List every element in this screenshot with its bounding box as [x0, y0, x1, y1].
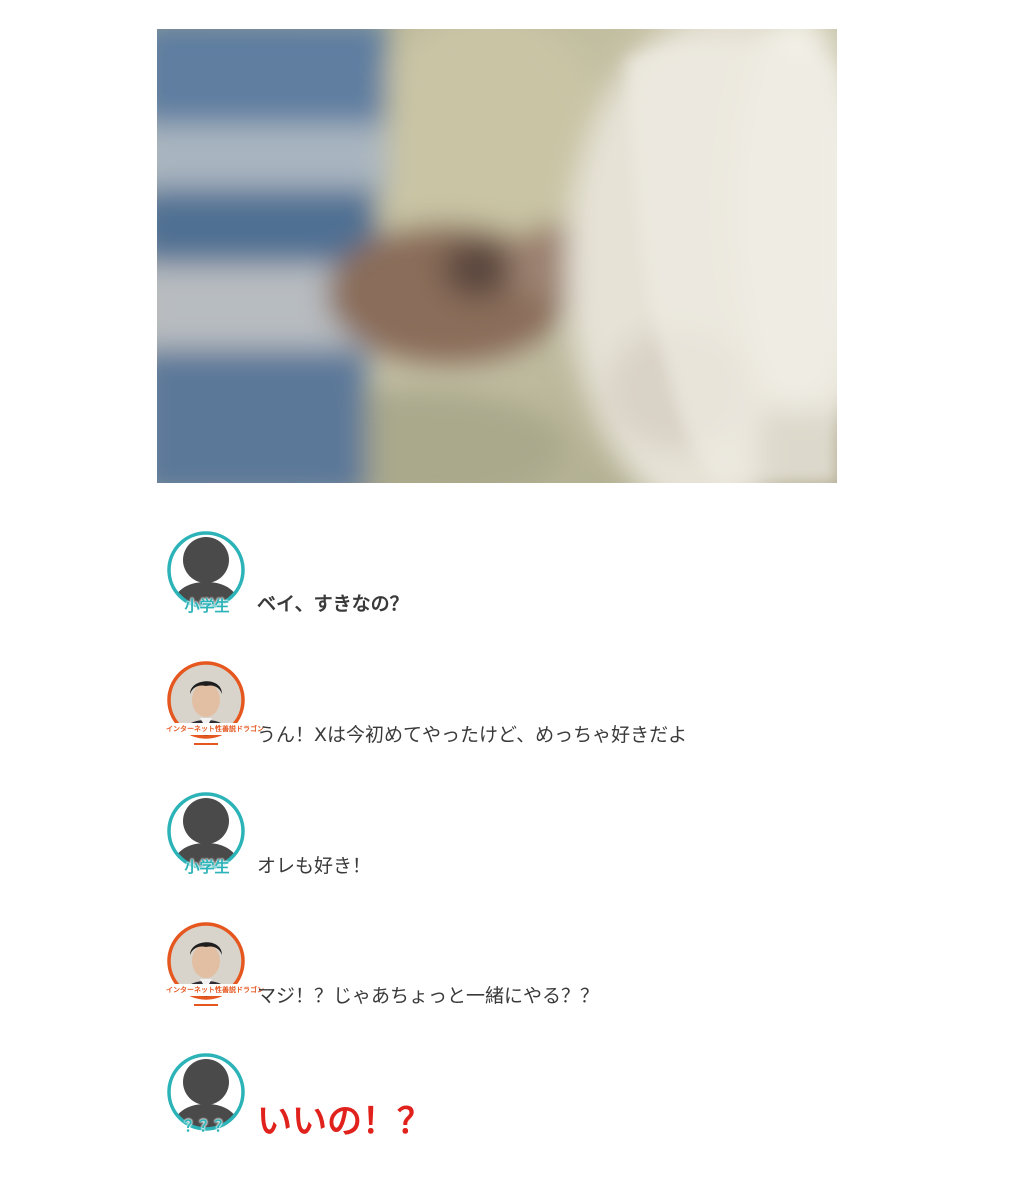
speaker-tag: インターネット性善説ドラゴン	[166, 723, 264, 735]
message-text: ベイ、すきなの？	[257, 593, 409, 615]
hero-photo	[157, 29, 837, 483]
message-text: マジ！？じゃあちょっと一緒にやる？？	[257, 985, 600, 1007]
message-item: インターネット性善説ドラゴン マジ！？じゃあちょっと一緒にやる？？	[166, 921, 866, 1021]
photo-avatar: インターネット性善説ドラゴン	[166, 660, 264, 752]
speaker-tag: インターネット性善説ドラゴン	[166, 984, 264, 996]
silhouette-avatar: ？？？	[166, 1052, 248, 1144]
speaker-tag: 小学生	[184, 858, 230, 876]
message-text: いいの！？	[257, 1102, 433, 1142]
blurred-photo-image	[157, 29, 837, 483]
photo-avatar: インターネット性善説ドラゴン	[166, 921, 264, 1013]
silhouette-avatar: 小学生	[166, 791, 248, 883]
message-item: 小学生 オレも好き！	[166, 791, 866, 891]
silhouette-avatar: 小学生	[166, 530, 248, 622]
message-text: うん！Xは今初めてやったけど、めっちゃ好きだよ	[257, 724, 688, 746]
speaker-tag: ？？？	[184, 1117, 230, 1135]
message-item: 小学生 ベイ、すきなの？	[166, 530, 866, 630]
speaker-tag: 小学生	[184, 597, 230, 615]
message-item: インターネット性善説ドラゴン うん！Xは今初めてやったけど、めっちゃ好きだよ	[166, 660, 866, 760]
message-item: ？？？ いいの！？	[166, 1052, 866, 1152]
message-text: オレも好き！	[257, 855, 372, 877]
